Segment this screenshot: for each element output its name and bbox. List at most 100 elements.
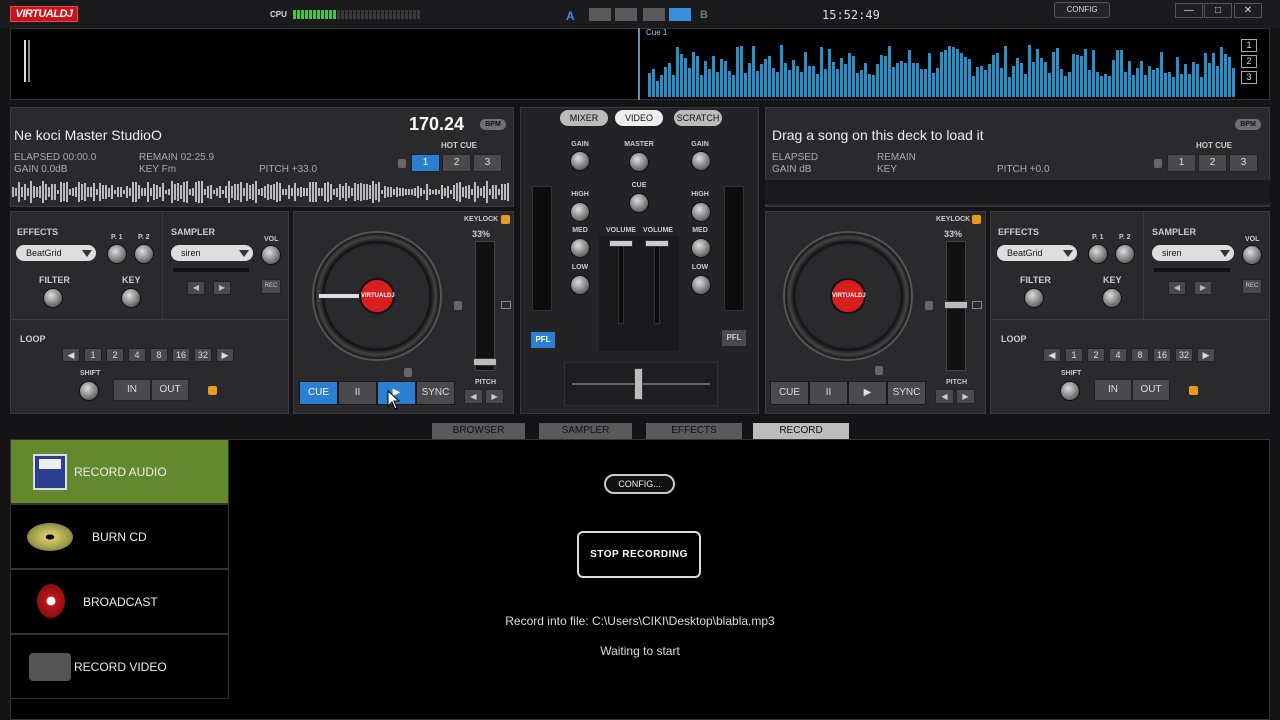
- right-hotcue-2[interactable]: 2: [1198, 154, 1227, 172]
- right-rec-button[interactable]: REC: [1242, 279, 1262, 294]
- left-loop-lock-icon[interactable]: [208, 386, 217, 395]
- right-sampler-select[interactable]: siren: [1152, 245, 1234, 261]
- crossfader-handle[interactable]: [634, 368, 643, 400]
- right-sampler-vol-knob[interactable]: [1242, 245, 1262, 265]
- left-p2-knob[interactable]: [134, 244, 154, 264]
- left-pause-button[interactable]: II: [338, 381, 377, 405]
- right-pitch-bend-down-button[interactable]: ◀: [935, 389, 954, 404]
- broadcast-item[interactable]: BROADCAST: [10, 569, 229, 634]
- left-effect-select[interactable]: BeatGrid: [16, 245, 96, 261]
- record-audio-item[interactable]: RECORD AUDIO: [10, 439, 229, 504]
- left-gain-knob[interactable]: [570, 151, 590, 171]
- right-pitch-bend-up-button[interactable]: ▶: [956, 389, 975, 404]
- left-loop-4[interactable]: 4: [128, 348, 146, 362]
- left-loop-8[interactable]: 8: [150, 348, 168, 362]
- left-jog-lock-icon[interactable]: [404, 368, 412, 377]
- cue-mix-knob[interactable]: [629, 193, 649, 213]
- right-loop-16[interactable]: 16: [1153, 348, 1171, 362]
- right-pitch-reset-icon[interactable]: [972, 301, 982, 309]
- left-hotcue-1[interactable]: 1: [411, 154, 440, 172]
- left-sampler-prev-button[interactable]: ◀: [187, 281, 205, 295]
- right-loop-prev-button[interactable]: ◀: [1043, 348, 1061, 362]
- tab-record[interactable]: RECORD: [753, 423, 849, 439]
- right-med-knob[interactable]: [691, 238, 711, 258]
- layout-button-2[interactable]: [615, 8, 637, 21]
- right-shift-knob[interactable]: [1060, 381, 1080, 401]
- left-loop-in-button[interactable]: IN: [113, 379, 151, 401]
- left-deck-waveform[interactable]: [12, 180, 512, 204]
- left-pitch-slider[interactable]: [475, 241, 495, 371]
- left-keylock-icon[interactable]: [501, 215, 510, 224]
- left-pitch-lock-icon[interactable]: [454, 301, 462, 310]
- right-sampler-prev-button[interactable]: ◀: [1168, 281, 1186, 295]
- right-pause-button[interactable]: II: [809, 381, 848, 405]
- layout-b-button[interactable]: B: [700, 9, 708, 21]
- right-volume-fader[interactable]: [654, 244, 660, 324]
- right-play-button[interactable]: ▶: [848, 381, 887, 405]
- scrollbar[interactable]: [1270, 439, 1280, 720]
- left-shift-knob[interactable]: [79, 381, 99, 401]
- right-hotcue-1[interactable]: 1: [1167, 154, 1196, 172]
- left-loop-32[interactable]: 32: [194, 348, 212, 362]
- left-hotcue-3[interactable]: 3: [473, 154, 502, 172]
- right-key-knob[interactable]: [1102, 288, 1122, 308]
- left-loop-1[interactable]: 1: [84, 348, 102, 362]
- minimize-button[interactable]: —: [1175, 3, 1203, 18]
- record-config-button[interactable]: CONFIG...: [604, 474, 675, 494]
- left-sampler-next-button[interactable]: ▶: [213, 281, 231, 295]
- video-tab[interactable]: VIDEO: [615, 110, 663, 126]
- overview-num-3[interactable]: 3: [1241, 71, 1257, 84]
- tab-effects[interactable]: EFFECTS: [646, 423, 742, 439]
- right-loop-lock-icon[interactable]: [1189, 386, 1198, 395]
- layout-button-1[interactable]: [589, 8, 611, 21]
- right-hotcue-3[interactable]: 3: [1229, 154, 1258, 172]
- cue-marker[interactable]: [638, 28, 640, 100]
- right-pfl-button[interactable]: PFL: [721, 329, 747, 347]
- left-loop-2[interactable]: 2: [106, 348, 124, 362]
- left-pitch-reset-icon[interactable]: [501, 301, 511, 309]
- right-loop-next-button[interactable]: ▶: [1197, 348, 1215, 362]
- left-pitch-bend-up-button[interactable]: ▶: [485, 389, 504, 404]
- right-loop-1[interactable]: 1: [1065, 348, 1083, 362]
- left-cue-button[interactable]: CUE: [299, 381, 338, 405]
- layout-a-button[interactable]: A: [566, 9, 575, 23]
- maximize-button[interactable]: □: [1204, 3, 1232, 18]
- right-gain-knob[interactable]: [691, 151, 711, 171]
- left-sync-button[interactable]: SYNC: [416, 381, 455, 405]
- right-loop-2[interactable]: 2: [1087, 348, 1105, 362]
- left-high-knob[interactable]: [570, 202, 590, 222]
- left-loop-prev-button[interactable]: ◀: [62, 348, 80, 362]
- mixer-tab[interactable]: MIXER: [560, 110, 608, 126]
- right-effect-select[interactable]: BeatGrid: [997, 245, 1077, 261]
- overview-num-2[interactable]: 2: [1241, 55, 1257, 68]
- right-loop-32[interactable]: 32: [1175, 348, 1193, 362]
- right-loop-4[interactable]: 4: [1109, 348, 1127, 362]
- right-deck-waveform[interactable]: [765, 180, 1270, 204]
- left-med-knob[interactable]: [570, 238, 590, 258]
- left-p1-knob[interactable]: [107, 244, 127, 264]
- left-loop-out-button[interactable]: OUT: [151, 379, 189, 401]
- right-loop-8[interactable]: 8: [1131, 348, 1149, 362]
- overview-num-1[interactable]: 1: [1241, 39, 1257, 52]
- left-pitch-bend-down-button[interactable]: ◀: [464, 389, 483, 404]
- right-high-knob[interactable]: [691, 202, 711, 222]
- left-sampler-select[interactable]: siren: [171, 245, 253, 261]
- right-pitch-handle[interactable]: [944, 301, 968, 309]
- right-jog-lock-icon[interactable]: [875, 366, 883, 375]
- right-sampler-next-button[interactable]: ▶: [1194, 281, 1212, 295]
- right-lock-icon[interactable]: [1154, 159, 1162, 168]
- tab-browser[interactable]: BROWSER: [432, 423, 525, 439]
- tab-sampler[interactable]: SAMPLER: [539, 423, 632, 439]
- left-filter-knob[interactable]: [43, 288, 63, 308]
- left-volume-fader[interactable]: [618, 244, 624, 324]
- left-loop-16[interactable]: 16: [172, 348, 190, 362]
- left-lock-icon[interactable]: [398, 159, 406, 168]
- burn-cd-item[interactable]: BURN CD: [10, 504, 229, 569]
- right-p2-knob[interactable]: [1115, 244, 1135, 264]
- left-low-knob[interactable]: [570, 275, 590, 295]
- layout-button-3[interactable]: [643, 8, 665, 21]
- right-low-knob[interactable]: [691, 275, 711, 295]
- record-video-item[interactable]: RECORD VIDEO: [10, 634, 229, 699]
- right-p1-knob[interactable]: [1088, 244, 1108, 264]
- scratch-tab[interactable]: SCRATCH: [674, 110, 722, 126]
